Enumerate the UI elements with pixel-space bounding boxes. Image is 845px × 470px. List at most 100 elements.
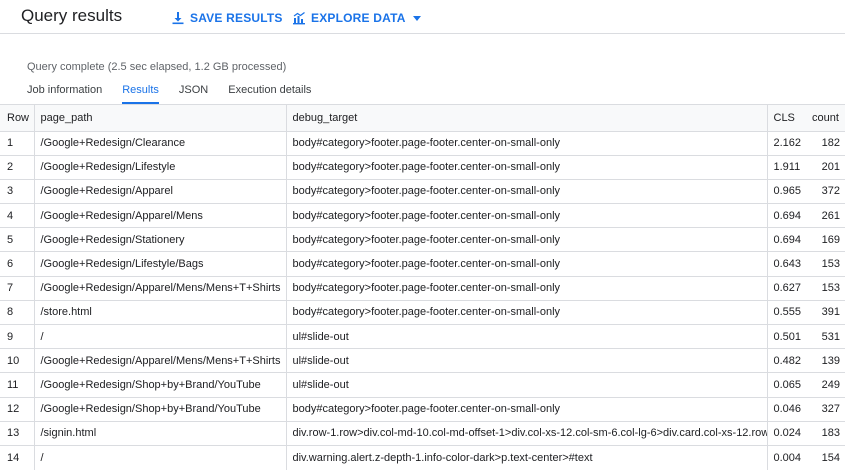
- cell-debug-target: ul#slide-out: [285, 372, 767, 398]
- cell-debug-target: ul#slide-out: [285, 324, 767, 350]
- cell-cls: 0.555: [766, 300, 806, 326]
- cell-debug-target: div.row-1.row>div.col-md-10.col-md-offse…: [285, 421, 767, 446]
- cell-page-path: /Google+Redesign/Apparel/Mens: [33, 203, 286, 229]
- cell-debug-target: body#category>footer.page-footer.center-…: [285, 155, 767, 180]
- cell-row-number: 8: [0, 300, 34, 326]
- cell-count: 182: [806, 131, 845, 156]
- cell-count: 183: [806, 421, 845, 446]
- cell-row-number: 14: [7, 451, 20, 464]
- download-icon: [171, 11, 185, 25]
- cell-row-number: 6: [0, 251, 34, 277]
- table-row[interactable]: 7/Google+Redesign/Apparel/Mens/Mens+T+Sh…: [0, 276, 845, 301]
- cell-page-path: /Google+Redesign/Apparel: [33, 179, 286, 205]
- tab-execution-details[interactable]: Execution details: [228, 82, 311, 104]
- cell-page-path: /Google+Redesign/Shop+by+Brand/YouTube: [33, 372, 286, 398]
- cell-count: 391: [806, 300, 845, 326]
- chart-icon: [292, 11, 306, 25]
- save-results-button[interactable]: SAVE RESULTS: [171, 9, 283, 27]
- cell-debug-target: body#category>footer.page-footer.center-…: [285, 179, 767, 205]
- cell-count: 249: [806, 372, 845, 398]
- tab-results[interactable]: Results: [122, 82, 159, 104]
- column-header-cls: CLS: [766, 105, 806, 132]
- cell-cls: 2.162: [766, 131, 806, 156]
- cell-count: 154: [821, 451, 840, 464]
- cell-cls: 0.065: [766, 372, 806, 398]
- cell-cls: 1.911: [766, 155, 806, 180]
- cell-debug-target: body#category>footer.page-footer.center-…: [285, 131, 767, 156]
- results-table-container[interactable]: Row page_path debug_target CLS count 1/G…: [0, 104, 845, 470]
- results-table: Row page_path debug_target CLS count 1/G…: [0, 105, 845, 470]
- cell-cls: 0.501: [766, 324, 806, 350]
- table-row[interactable]: 8/store.html body#category>footer.page-fo…: [0, 300, 845, 326]
- cell-page-path: /Google+Redesign/Apparel/Mens/Mens+T+Shi…: [33, 276, 286, 301]
- cell-cls: 0.694: [766, 227, 806, 253]
- results-tabs: Job information Results JSON Execution d…: [27, 82, 331, 104]
- table-row[interactable]: 2/Google+Redesign/Lifestyle body#category…: [0, 155, 845, 180]
- cell-row-number: 10: [0, 348, 34, 374]
- table-row[interactable]: 6/Google+Redesign/Lifestyle/Bags body#cat…: [0, 251, 845, 277]
- cell-cls: 0.694: [766, 203, 806, 229]
- cell-page-path: /Google+Redesign/Shop+by+Brand/YouTube: [33, 397, 286, 422]
- table-row[interactable]: 9/ul#slide-out 0.501 531: [0, 324, 845, 350]
- table-row[interactable]: 1/Google+Redesign/Clearance body#category…: [0, 131, 845, 156]
- cell-cls: 0.643: [766, 251, 806, 277]
- table-row[interactable]: 12/Google+Redesign/Shop+by+Brand/YouTube…: [0, 397, 845, 422]
- cell-count: 139: [806, 348, 845, 374]
- cell-page-path: /Google+Redesign/Stationery: [33, 227, 286, 253]
- explore-data-button[interactable]: EXPLORE DATA: [292, 9, 422, 27]
- cell-cls: 0.046: [766, 397, 806, 422]
- table-row[interactable]: 5/Google+Redesign/Stationery body#categor…: [0, 227, 845, 253]
- cell-page-path: /Google+Redesign/Apparel/Mens/Mens+T+Shi…: [33, 348, 286, 374]
- cell-count: 153: [806, 251, 845, 277]
- cell-cls: 0.965: [766, 179, 806, 205]
- cell-count: 327: [806, 397, 845, 422]
- column-header-page-path: page_path: [33, 105, 286, 132]
- column-header-debug-target: debug_target: [285, 105, 767, 132]
- cell-cls: 0.627: [766, 276, 806, 301]
- results-toolbar: Query results SAVE RESULTS EXPLORE DATA: [0, 0, 845, 34]
- column-header-count: count: [806, 105, 845, 132]
- cell-row-number: 11: [0, 372, 34, 398]
- cell-page-path: /store.html: [33, 300, 286, 326]
- cell-debug-target: ul#slide-out: [285, 348, 767, 374]
- cell-page-path: /: [33, 445, 286, 470]
- cell-debug-target: div.warning.alert.z-depth-1.info-color-d…: [285, 445, 767, 470]
- tab-json[interactable]: JSON: [179, 82, 208, 104]
- tab-job-information[interactable]: Job information: [27, 82, 102, 104]
- cell-row-number: 4: [0, 203, 34, 229]
- cell-cls: 0.024: [766, 421, 806, 446]
- cell-count: 372: [806, 179, 845, 205]
- cell-page-path: /Google+Redesign/Lifestyle/Bags: [33, 251, 286, 277]
- cell-row-number: 2: [0, 155, 34, 180]
- cell-debug-target: body#category>footer.page-footer.center-…: [285, 251, 767, 277]
- table-row[interactable]: 13/signin.html div.row-1.row>div.col-md-1…: [0, 421, 845, 446]
- cell-page-path: /Google+Redesign/Clearance: [33, 131, 286, 156]
- cell-cls: 0.482: [766, 348, 806, 374]
- table-row[interactable]: 3/Google+Redesign/Apparel body#category>f…: [0, 179, 845, 205]
- cell-row-number: 12: [0, 397, 34, 422]
- cell-row-number: 1: [0, 131, 34, 156]
- table-row[interactable]: 11/Google+Redesign/Shop+by+Brand/YouTube…: [0, 372, 845, 398]
- table-header-row: Row page_path debug_target CLS count: [0, 105, 845, 132]
- cell-cls: 0.004: [766, 445, 806, 470]
- cell-debug-target: body#category>footer.page-footer.center-…: [285, 397, 767, 422]
- cell-page-path: /: [33, 324, 286, 350]
- table-row[interactable]: 4/Google+Redesign/Apparel/Mens body#categ…: [0, 203, 845, 229]
- cell-debug-target: body#category>footer.page-footer.center-…: [285, 227, 767, 253]
- cell-row-number: 13: [0, 421, 34, 446]
- cell-row-number: 5: [0, 227, 34, 253]
- cell-count: 201: [806, 155, 845, 180]
- cell-row-number: 3: [0, 179, 34, 205]
- cell-count: 261: [806, 203, 845, 229]
- column-header-row: Row: [0, 105, 34, 132]
- cell-debug-target: body#category>footer.page-footer.center-…: [285, 300, 767, 326]
- cell-row-number: 7: [0, 276, 34, 301]
- page-title: Query results: [21, 6, 123, 25]
- cell-row-number: 9: [0, 324, 34, 350]
- caret-down-icon[interactable]: [412, 13, 422, 23]
- cell-count: 531: [806, 324, 845, 350]
- table-row[interactable]: 10/Google+Redesign/Apparel/Mens/Mens+T+S…: [0, 348, 845, 374]
- query-status: Query complete (2.5 sec elapsed, 1.2 GB …: [27, 61, 287, 73]
- table-row[interactable]: 14 /div.warning.alert.z-depth-1.info-colo…: [0, 445, 845, 470]
- cell-page-path: /signin.html: [33, 421, 286, 446]
